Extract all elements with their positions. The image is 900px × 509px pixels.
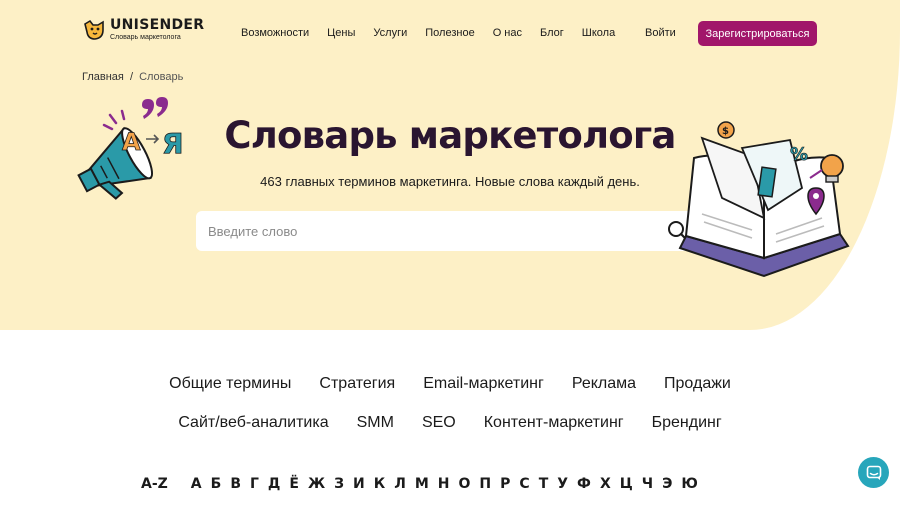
search-input[interactable]: [208, 211, 648, 251]
letter-item[interactable]: А: [191, 476, 202, 492]
breadcrumb-separator: /: [129, 71, 133, 83]
letter-item[interactable]: П: [479, 476, 491, 492]
letter-item[interactable]: Ж: [308, 476, 325, 492]
logo-name: UNISENDER: [110, 17, 205, 33]
letter-item[interactable]: В: [230, 476, 241, 492]
category-seo[interactable]: SEO: [422, 413, 456, 433]
category-general[interactable]: Общие термины: [169, 374, 291, 394]
letter-item[interactable]: Л: [394, 476, 406, 492]
letter-item[interactable]: К: [374, 476, 385, 492]
letter-all[interactable]: A-Z: [141, 476, 168, 492]
letter-item[interactable]: У: [557, 476, 568, 492]
letter-item[interactable]: О: [459, 476, 471, 492]
open-book-illustration: $ %: [678, 121, 850, 278]
category-list: Общие термины Стратегия Email-маркетинг …: [0, 374, 900, 452]
category-ads[interactable]: Реклама: [572, 374, 636, 394]
site-header: UNISENDER Словарь маркетолога Возможност…: [0, 0, 900, 70]
letter-item[interactable]: И: [353, 476, 365, 492]
chat-icon: [866, 465, 881, 480]
svg-text:%: %: [790, 144, 808, 165]
nav-item-useful[interactable]: Полезное: [425, 27, 474, 39]
main-nav: Возможности Цены Услуги Полезное О нас Б…: [241, 27, 633, 39]
logo-tagline: Словарь маркетолога: [110, 34, 181, 41]
category-strategy[interactable]: Стратегия: [319, 374, 395, 394]
category-sales[interactable]: Продажи: [664, 374, 731, 394]
category-email[interactable]: Email-маркетинг: [423, 374, 544, 394]
letter-item[interactable]: М: [415, 476, 429, 492]
letter-item[interactable]: Д: [268, 476, 280, 492]
letter-item[interactable]: Ч: [642, 476, 653, 492]
breadcrumb: Главная / Словарь: [82, 71, 183, 83]
alphabet-index: A-Z А Б В Г Д Ё Ж З И К Л М Н О П Р С Т …: [141, 476, 707, 492]
letter-item[interactable]: С: [519, 476, 529, 492]
register-button[interactable]: Зарегистрироваться: [698, 21, 817, 46]
letter-item[interactable]: Ц: [620, 476, 633, 492]
nav-item-features[interactable]: Возможности: [241, 27, 309, 39]
svg-text:$: $: [722, 126, 729, 137]
chat-button[interactable]: [858, 457, 889, 488]
logo[interactable]: UNISENDER Словарь маркетолога: [82, 18, 204, 42]
letter-item[interactable]: Ё: [289, 476, 299, 492]
category-row-1: Общие термины Стратегия Email-маркетинг …: [0, 374, 900, 394]
category-content[interactable]: Контент-маркетинг: [484, 413, 624, 433]
nav-item-about[interactable]: О нас: [493, 27, 522, 39]
letter-item[interactable]: Э: [662, 476, 672, 492]
nav-item-school[interactable]: Школа: [582, 27, 615, 39]
letter-item[interactable]: Г: [250, 476, 259, 492]
nav-item-services[interactable]: Услуги: [373, 27, 407, 39]
search-box: [196, 211, 704, 251]
breadcrumb-current: Словарь: [139, 71, 184, 83]
letter-item[interactable]: Б: [211, 476, 222, 492]
letter-item[interactable]: Р: [500, 476, 510, 492]
letter-item[interactable]: Н: [438, 476, 450, 492]
letter-item[interactable]: Т: [539, 476, 549, 492]
letter-item[interactable]: Ф: [577, 476, 591, 492]
category-analytics[interactable]: Сайт/веб-аналитика: [178, 413, 328, 433]
category-smm[interactable]: SMM: [357, 413, 394, 433]
category-branding[interactable]: Брендинг: [652, 413, 722, 433]
letter-item[interactable]: Х: [600, 476, 611, 492]
letter-item[interactable]: З: [334, 476, 344, 492]
category-row-2: Сайт/веб-аналитика SMM SEO Контент-марке…: [0, 413, 900, 433]
nav-item-blog[interactable]: Блог: [540, 27, 564, 39]
login-link[interactable]: Войти: [645, 27, 676, 39]
dog-logo-icon: [84, 19, 104, 40]
nav-item-prices[interactable]: Цены: [327, 27, 355, 39]
breadcrumb-home[interactable]: Главная: [82, 71, 124, 83]
letter-item[interactable]: Ю: [681, 476, 697, 492]
